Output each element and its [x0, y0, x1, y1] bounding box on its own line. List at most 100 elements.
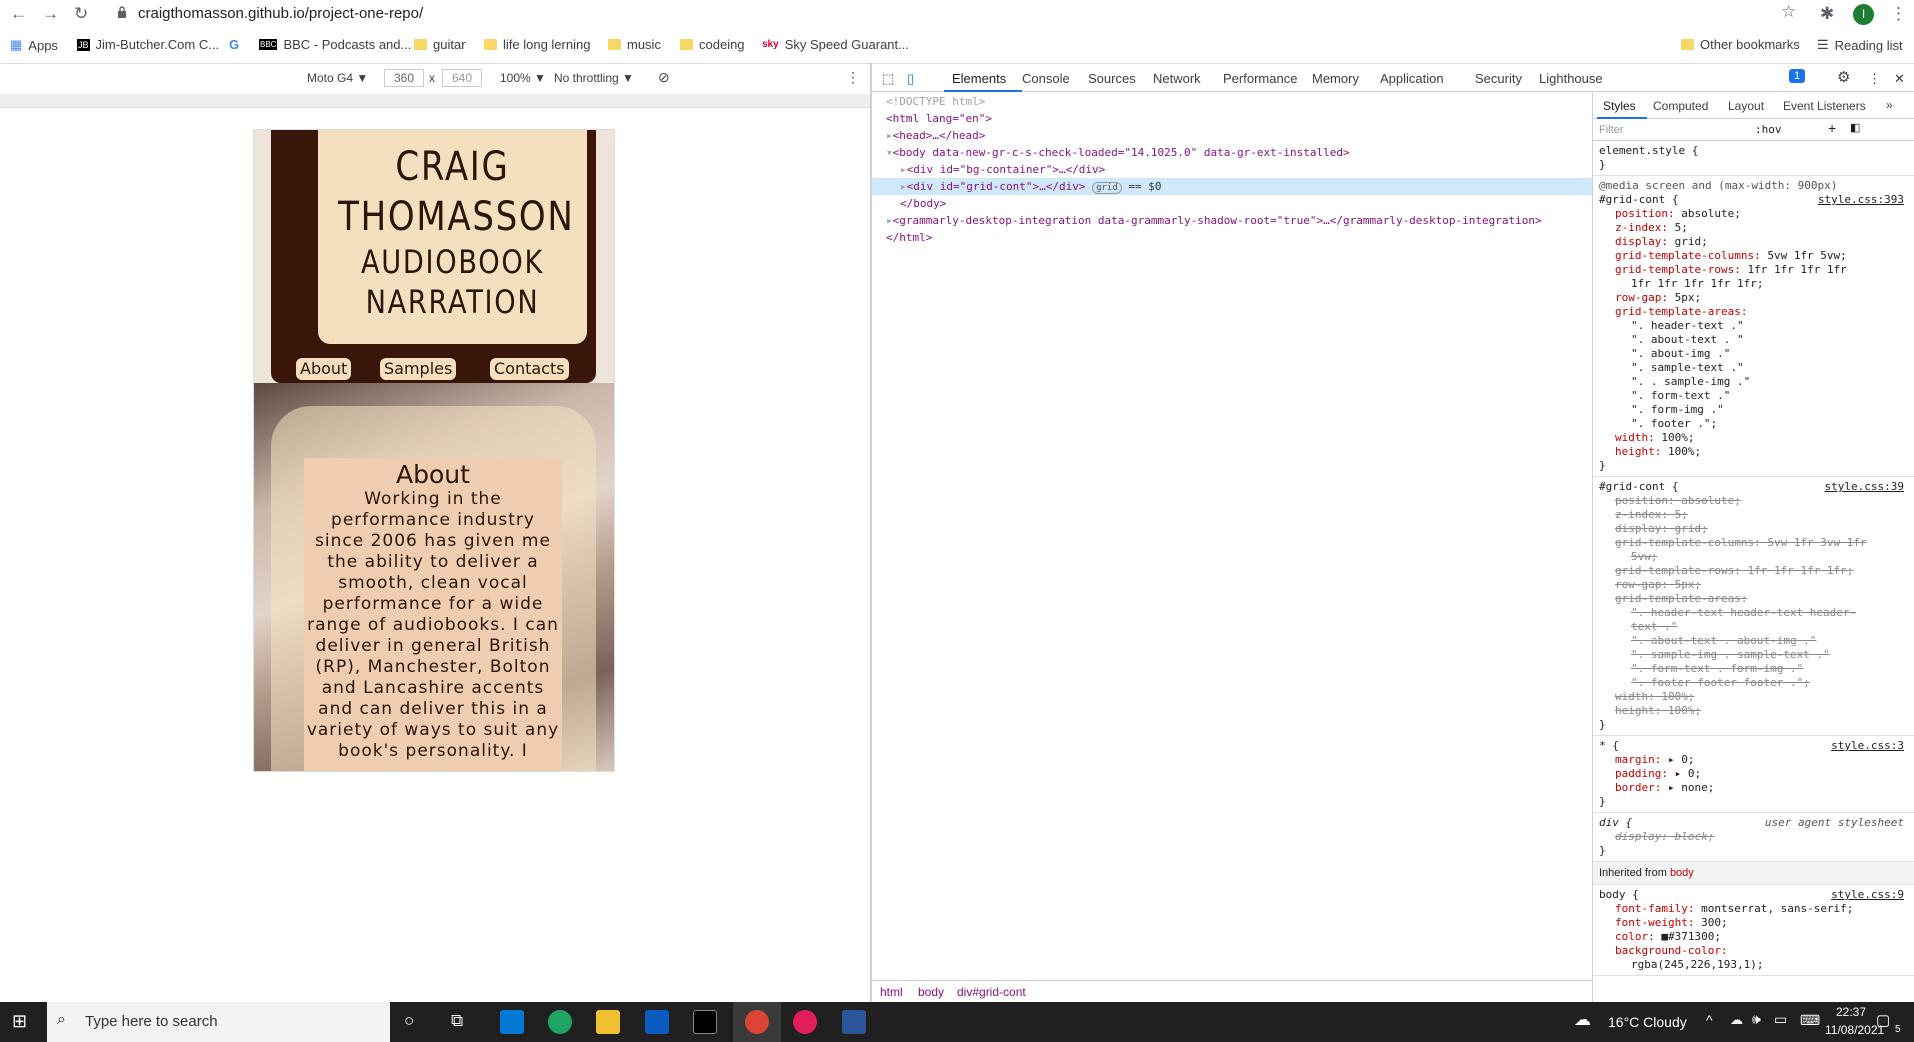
cortana-icon[interactable]: ○: [404, 1011, 414, 1031]
slack-icon[interactable]: [793, 1010, 817, 1034]
css-declaration[interactable]: ". form-text . form-img .": [1615, 662, 1908, 676]
tab-performance[interactable]: Performance: [1223, 71, 1297, 86]
forward-icon[interactable]: →: [42, 4, 59, 24]
tab-security[interactable]: Security: [1475, 71, 1522, 86]
css-declaration[interactable]: ". about-text . ": [1615, 333, 1908, 347]
css-declaration[interactable]: grid-template-columns: 5vw 1fr 5vw;: [1615, 249, 1908, 263]
settings-icon[interactable]: ⚙: [1837, 68, 1850, 86]
notifications-icon[interactable]: ▢: [1876, 1011, 1890, 1029]
css-declaration[interactable]: width: 100%;: [1615, 431, 1908, 445]
onedrive-icon[interactable]: ☁: [1730, 1012, 1743, 1028]
source-link[interactable]: style.css:393: [1818, 193, 1904, 207]
bookmark-item[interactable]: JB Jim-Butcher.Com C...: [77, 37, 219, 52]
css-declaration[interactable]: height: 100%;: [1615, 445, 1908, 459]
dom-line[interactable]: <!DOCTYPE html>: [886, 93, 985, 110]
close-icon[interactable]: ✕: [1894, 71, 1905, 87]
source-link[interactable]: style.css:3: [1831, 739, 1904, 753]
css-declaration[interactable]: grid-template-rows: 1fr 1fr 1fr 1fr;: [1615, 564, 1908, 578]
store-icon[interactable]: [645, 1010, 669, 1034]
tab-styles[interactable]: Styles: [1603, 99, 1636, 113]
chrome-icon[interactable]: [745, 1010, 769, 1034]
css-declaration[interactable]: z-index: 5;: [1615, 508, 1908, 522]
dom-line[interactable]: ▸<div id="bg-container">…</div>: [900, 161, 1105, 178]
css-declaration[interactable]: 1fr 1fr 1fr 1fr 1fr;: [1615, 277, 1908, 291]
bookmark-item[interactable]: codeing: [680, 37, 745, 52]
css-declaration[interactable]: row-gap: 5px;: [1615, 578, 1908, 592]
dom-line[interactable]: ▸<grammarly-desktop-integration data-gra…: [886, 212, 1542, 229]
breadcrumb-item[interactable]: body: [918, 985, 944, 999]
css-declaration[interactable]: padding: ▸ 0;: [1615, 767, 1908, 781]
tab-network[interactable]: Network: [1153, 71, 1201, 86]
grid-badge[interactable]: grid: [1092, 182, 1122, 194]
css-declaration[interactable]: height: 100%;: [1615, 704, 1908, 718]
tab-event-listeners[interactable]: Event Listeners: [1783, 99, 1866, 113]
breadcrumb-item[interactable]: html: [880, 985, 903, 999]
css-declaration[interactable]: position: absolute;: [1615, 494, 1908, 508]
apps-bookmark[interactable]: ▦ Apps: [10, 37, 58, 53]
clock-time[interactable]: 22:37: [1836, 1005, 1866, 1019]
tab-console[interactable]: Console: [1022, 71, 1070, 86]
menu-icon[interactable]: ⋮: [1890, 4, 1907, 24]
css-declaration[interactable]: ". form-img .": [1615, 403, 1908, 417]
terminal-icon[interactable]: [693, 1010, 717, 1034]
css-declaration[interactable]: margin: ▸ 0;: [1615, 753, 1908, 767]
source-link[interactable]: style.css:9: [1831, 888, 1904, 902]
css-declaration[interactable]: position: absolute;: [1615, 207, 1908, 221]
volume-icon[interactable]: 🕪: [1752, 1011, 1761, 1028]
css-declaration[interactable]: grid-template-areas:: [1615, 305, 1908, 319]
other-bookmarks[interactable]: Other bookmarks: [1681, 37, 1800, 52]
nav-samples-button[interactable]: Samples: [380, 358, 457, 380]
bookmark-item[interactable]: sky Sky Speed Guarant...: [762, 37, 909, 52]
zoom-select[interactable]: 100% ▼: [500, 71, 546, 85]
weather-text[interactable]: 16°C Cloudy: [1608, 1014, 1687, 1030]
issues-badge[interactable]: 1: [1789, 69, 1806, 83]
css-declaration[interactable]: ". about-text . about-img .": [1615, 634, 1908, 648]
tray-chevron-icon[interactable]: ^: [1706, 1012, 1713, 1028]
css-declaration[interactable]: width: 100%;: [1615, 690, 1908, 704]
css-declaration[interactable]: ". footer footer footer .";: [1615, 676, 1908, 690]
mail-icon[interactable]: [500, 1010, 524, 1034]
css-declaration[interactable]: grid-template-rows: 1fr 1fr 1fr 1fr: [1615, 263, 1908, 277]
css-declaration[interactable]: border: ▸ none;: [1615, 781, 1908, 795]
source-link[interactable]: style.css:39: [1825, 480, 1904, 494]
tab-layout[interactable]: Layout: [1728, 99, 1764, 113]
breadcrumb-item[interactable]: div#grid-cont: [957, 985, 1026, 999]
inspect-icon[interactable]: ⬚: [882, 71, 894, 87]
bookmark-item[interactable]: guitar: [414, 37, 466, 52]
throttle-select[interactable]: No throttling ▼: [554, 71, 634, 85]
css-declaration[interactable]: grid-template-areas:: [1615, 592, 1908, 606]
css-declaration[interactable]: display: grid;: [1615, 235, 1908, 249]
more-tabs-icon[interactable]: »: [1886, 98, 1893, 112]
css-declaration[interactable]: z-index: 5;: [1615, 221, 1908, 235]
toggle-sidebar-icon[interactable]: ◧: [1850, 121, 1860, 135]
language-icon[interactable]: ⌨: [1800, 1012, 1820, 1029]
tab-application[interactable]: Application: [1380, 71, 1444, 86]
css-declaration[interactable]: grid-template-columns: 5vw 1fr 3vw 1fr: [1615, 536, 1908, 550]
reload-icon[interactable]: ↻: [74, 4, 88, 24]
css-declaration[interactable]: ". . sample-img .": [1615, 375, 1908, 389]
css-declaration[interactable]: ". sample-text .": [1615, 361, 1908, 375]
bookmark-item[interactable]: life long lerning: [484, 37, 590, 52]
tab-elements[interactable]: Elements: [952, 71, 1006, 86]
height-input[interactable]: 640: [442, 69, 482, 87]
hov-button[interactable]: :hov: [1755, 123, 1782, 137]
tab-memory[interactable]: Memory: [1312, 71, 1359, 86]
dom-line[interactable]: </body>: [900, 195, 946, 212]
bookmark-item[interactable]: BBC BBC - Podcasts and...: [259, 37, 411, 52]
edge-icon[interactable]: [548, 1010, 572, 1034]
word-icon[interactable]: [842, 1010, 866, 1034]
css-declaration[interactable]: font-weight: 300;: [1615, 916, 1908, 930]
windows-start-icon[interactable]: ⊞: [12, 1011, 27, 1032]
filter-input[interactable]: Filter: [1599, 123, 1623, 137]
url-text[interactable]: craigthomasson.github.io/project-one-rep…: [138, 5, 423, 22]
rule-selector[interactable]: element.style {: [1599, 144, 1908, 158]
css-declaration[interactable]: font-family: montserrat, sans-serif;: [1615, 902, 1908, 916]
tab-computed[interactable]: Computed: [1653, 99, 1708, 113]
reading-list[interactable]: ☰ Reading list: [1817, 37, 1903, 53]
file-explorer-icon[interactable]: [596, 1010, 620, 1034]
bookmark-item[interactable]: music: [608, 37, 661, 52]
dom-line[interactable]: <html lang="en">: [886, 110, 992, 127]
add-rule-icon[interactable]: +: [1828, 121, 1836, 135]
css-declaration[interactable]: ". header-text header-text header-: [1615, 606, 1908, 620]
dom-line[interactable]: ▾<body data-new-gr-c-s-check-loaded="14.…: [886, 144, 1350, 161]
